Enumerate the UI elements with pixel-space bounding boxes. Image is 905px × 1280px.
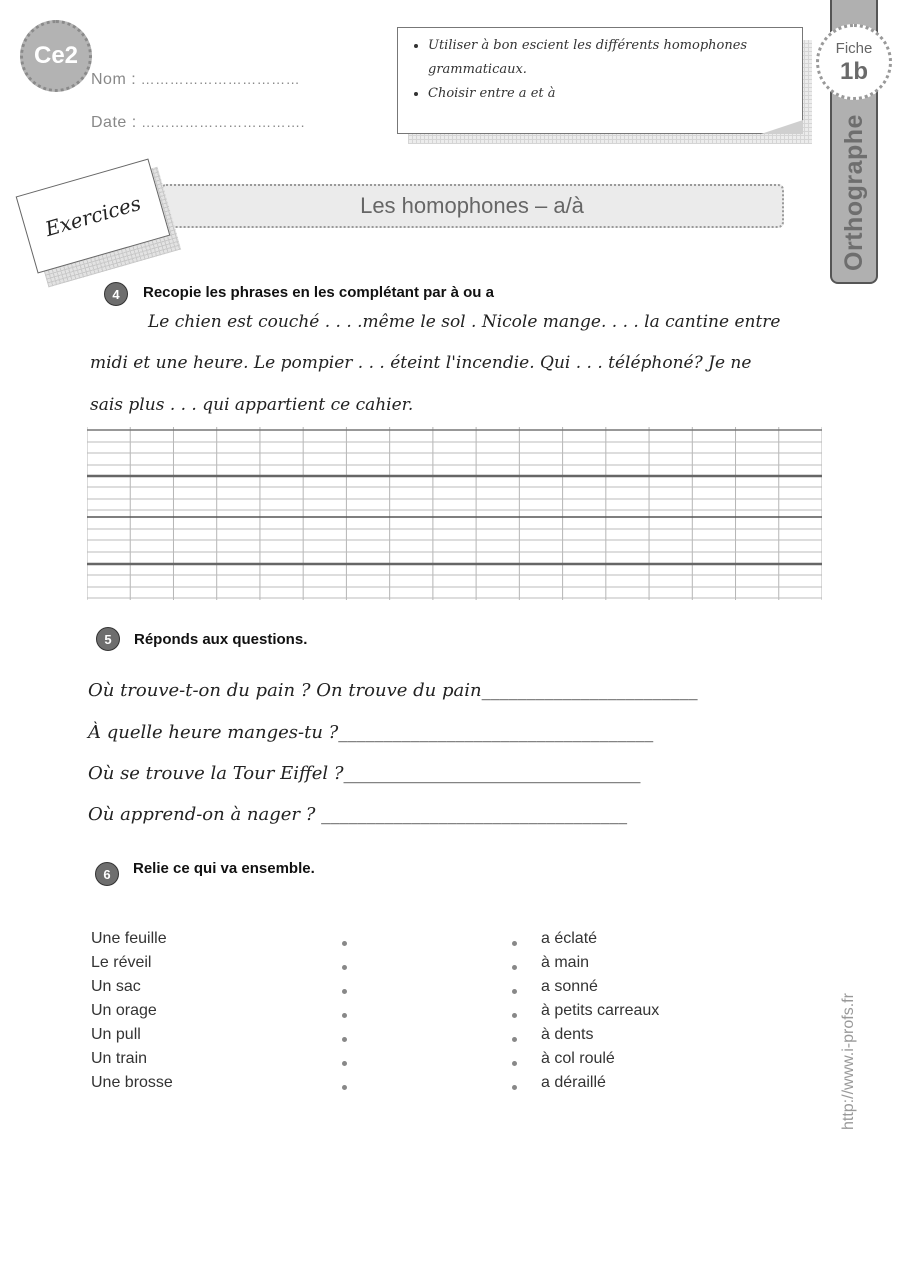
objectives-note: Utiliser à bon escient les différents ho… — [397, 27, 803, 134]
match-right-dot[interactable] — [512, 1013, 517, 1018]
name-field: Nom : …………………………… — [91, 71, 300, 89]
match-right-item: a éclaté — [541, 930, 598, 947]
date-label: Date : — [91, 114, 137, 131]
subject-tab-label: Orthographe — [830, 100, 878, 284]
question-line[interactable]: Où se trouve la Tour Eiffel ?___________… — [88, 763, 641, 784]
match-right-dot[interactable] — [512, 1061, 517, 1066]
match-left-item: Un train — [91, 1050, 148, 1067]
match-left-dot[interactable] — [342, 1037, 347, 1042]
fiche-label: Fiche — [835, 39, 873, 57]
match-right-dot[interactable] — [512, 1085, 517, 1090]
match-right-dot[interactable] — [512, 941, 517, 946]
exercise-4-line: midi et une heure. Le pompier . . . étei… — [90, 353, 752, 373]
match-right-item: à col roulé — [541, 1050, 615, 1067]
subject-text: Orthographe — [839, 113, 868, 271]
match-right-dot[interactable] — [512, 965, 517, 970]
writing-grid[interactable] — [87, 427, 822, 600]
match-right-dot[interactable] — [512, 989, 517, 994]
match-left-item: Un pull — [91, 1026, 141, 1043]
fiche-number: 1b — [839, 57, 868, 85]
page-curl — [761, 120, 803, 134]
exercise-5-instruction: Réponds aux questions. — [134, 631, 308, 648]
name-label: Nom : — [91, 71, 137, 88]
page-title: Les homophones – a/à — [360, 193, 584, 218]
question-line[interactable]: À quelle heure manges-tu ?______________… — [88, 722, 653, 743]
exercise-number-6: 6 — [95, 862, 119, 886]
name-dots: …………………………… — [140, 71, 301, 87]
match-left-dot[interactable] — [342, 989, 347, 994]
match-left-dot[interactable] — [342, 1085, 347, 1090]
title-banner: Les homophones – a/à — [160, 184, 784, 228]
level-badge: Ce2 — [20, 20, 92, 92]
match-left-dot[interactable] — [342, 1061, 347, 1066]
level-badge-text: Ce2 — [33, 42, 79, 69]
match-left-dot[interactable] — [342, 1013, 347, 1018]
exercise-4-line: Le chien est couché . . . .même le sol .… — [148, 312, 781, 332]
match-left-dot[interactable] — [342, 941, 347, 946]
site-url: http://www.i-profs.fr — [840, 993, 857, 1130]
match-left-item: Une feuille — [91, 930, 167, 947]
match-right-item: à main — [541, 954, 590, 971]
match-left-dot[interactable] — [342, 965, 347, 970]
exercise-number-5: 5 — [96, 627, 120, 651]
fiche-badge: Fiche 1b — [816, 24, 892, 100]
match-left-item: Une brosse — [91, 1074, 173, 1091]
exercise-4-line: sais plus . . . qui appartient ce cahier… — [90, 395, 414, 415]
exercise-6-instruction: Relie ce qui va ensemble. — [133, 860, 315, 877]
question-line[interactable]: Où trouve-t-on du pain ? On trouve du pa… — [88, 680, 698, 701]
match-right-dot[interactable] — [512, 1037, 517, 1042]
match-right-item: a déraillé — [541, 1074, 606, 1091]
match-left-item: Un sac — [91, 978, 141, 995]
match-left-item: Le réveil — [91, 954, 152, 971]
match-right-item: à petits carreaux — [541, 1002, 660, 1019]
date-field: Date : ……………………………. — [91, 114, 305, 132]
question-line[interactable]: Où apprend-on à nager ? ________________… — [88, 804, 627, 825]
exercise-number-4: 4 — [104, 282, 128, 306]
match-right-item: a sonné — [541, 978, 598, 995]
objective-item: Utiliser à bon escient les différents ho… — [428, 34, 792, 82]
match-left-item: Un orage — [91, 1002, 157, 1019]
date-dots: ……………………………. — [141, 114, 306, 130]
match-right-item: à dents — [541, 1026, 594, 1043]
exercices-label: Exercices — [42, 190, 144, 242]
objective-item: Choisir entre a et à — [428, 82, 792, 106]
exercise-4-instruction: Recopie les phrases en les complétant pa… — [143, 284, 494, 301]
